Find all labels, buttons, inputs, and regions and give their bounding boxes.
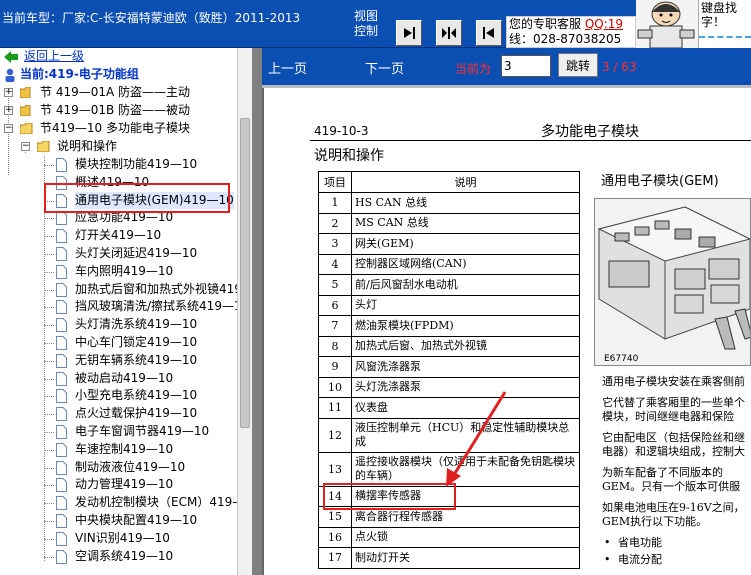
red-arrow-icon — [446, 391, 507, 487]
